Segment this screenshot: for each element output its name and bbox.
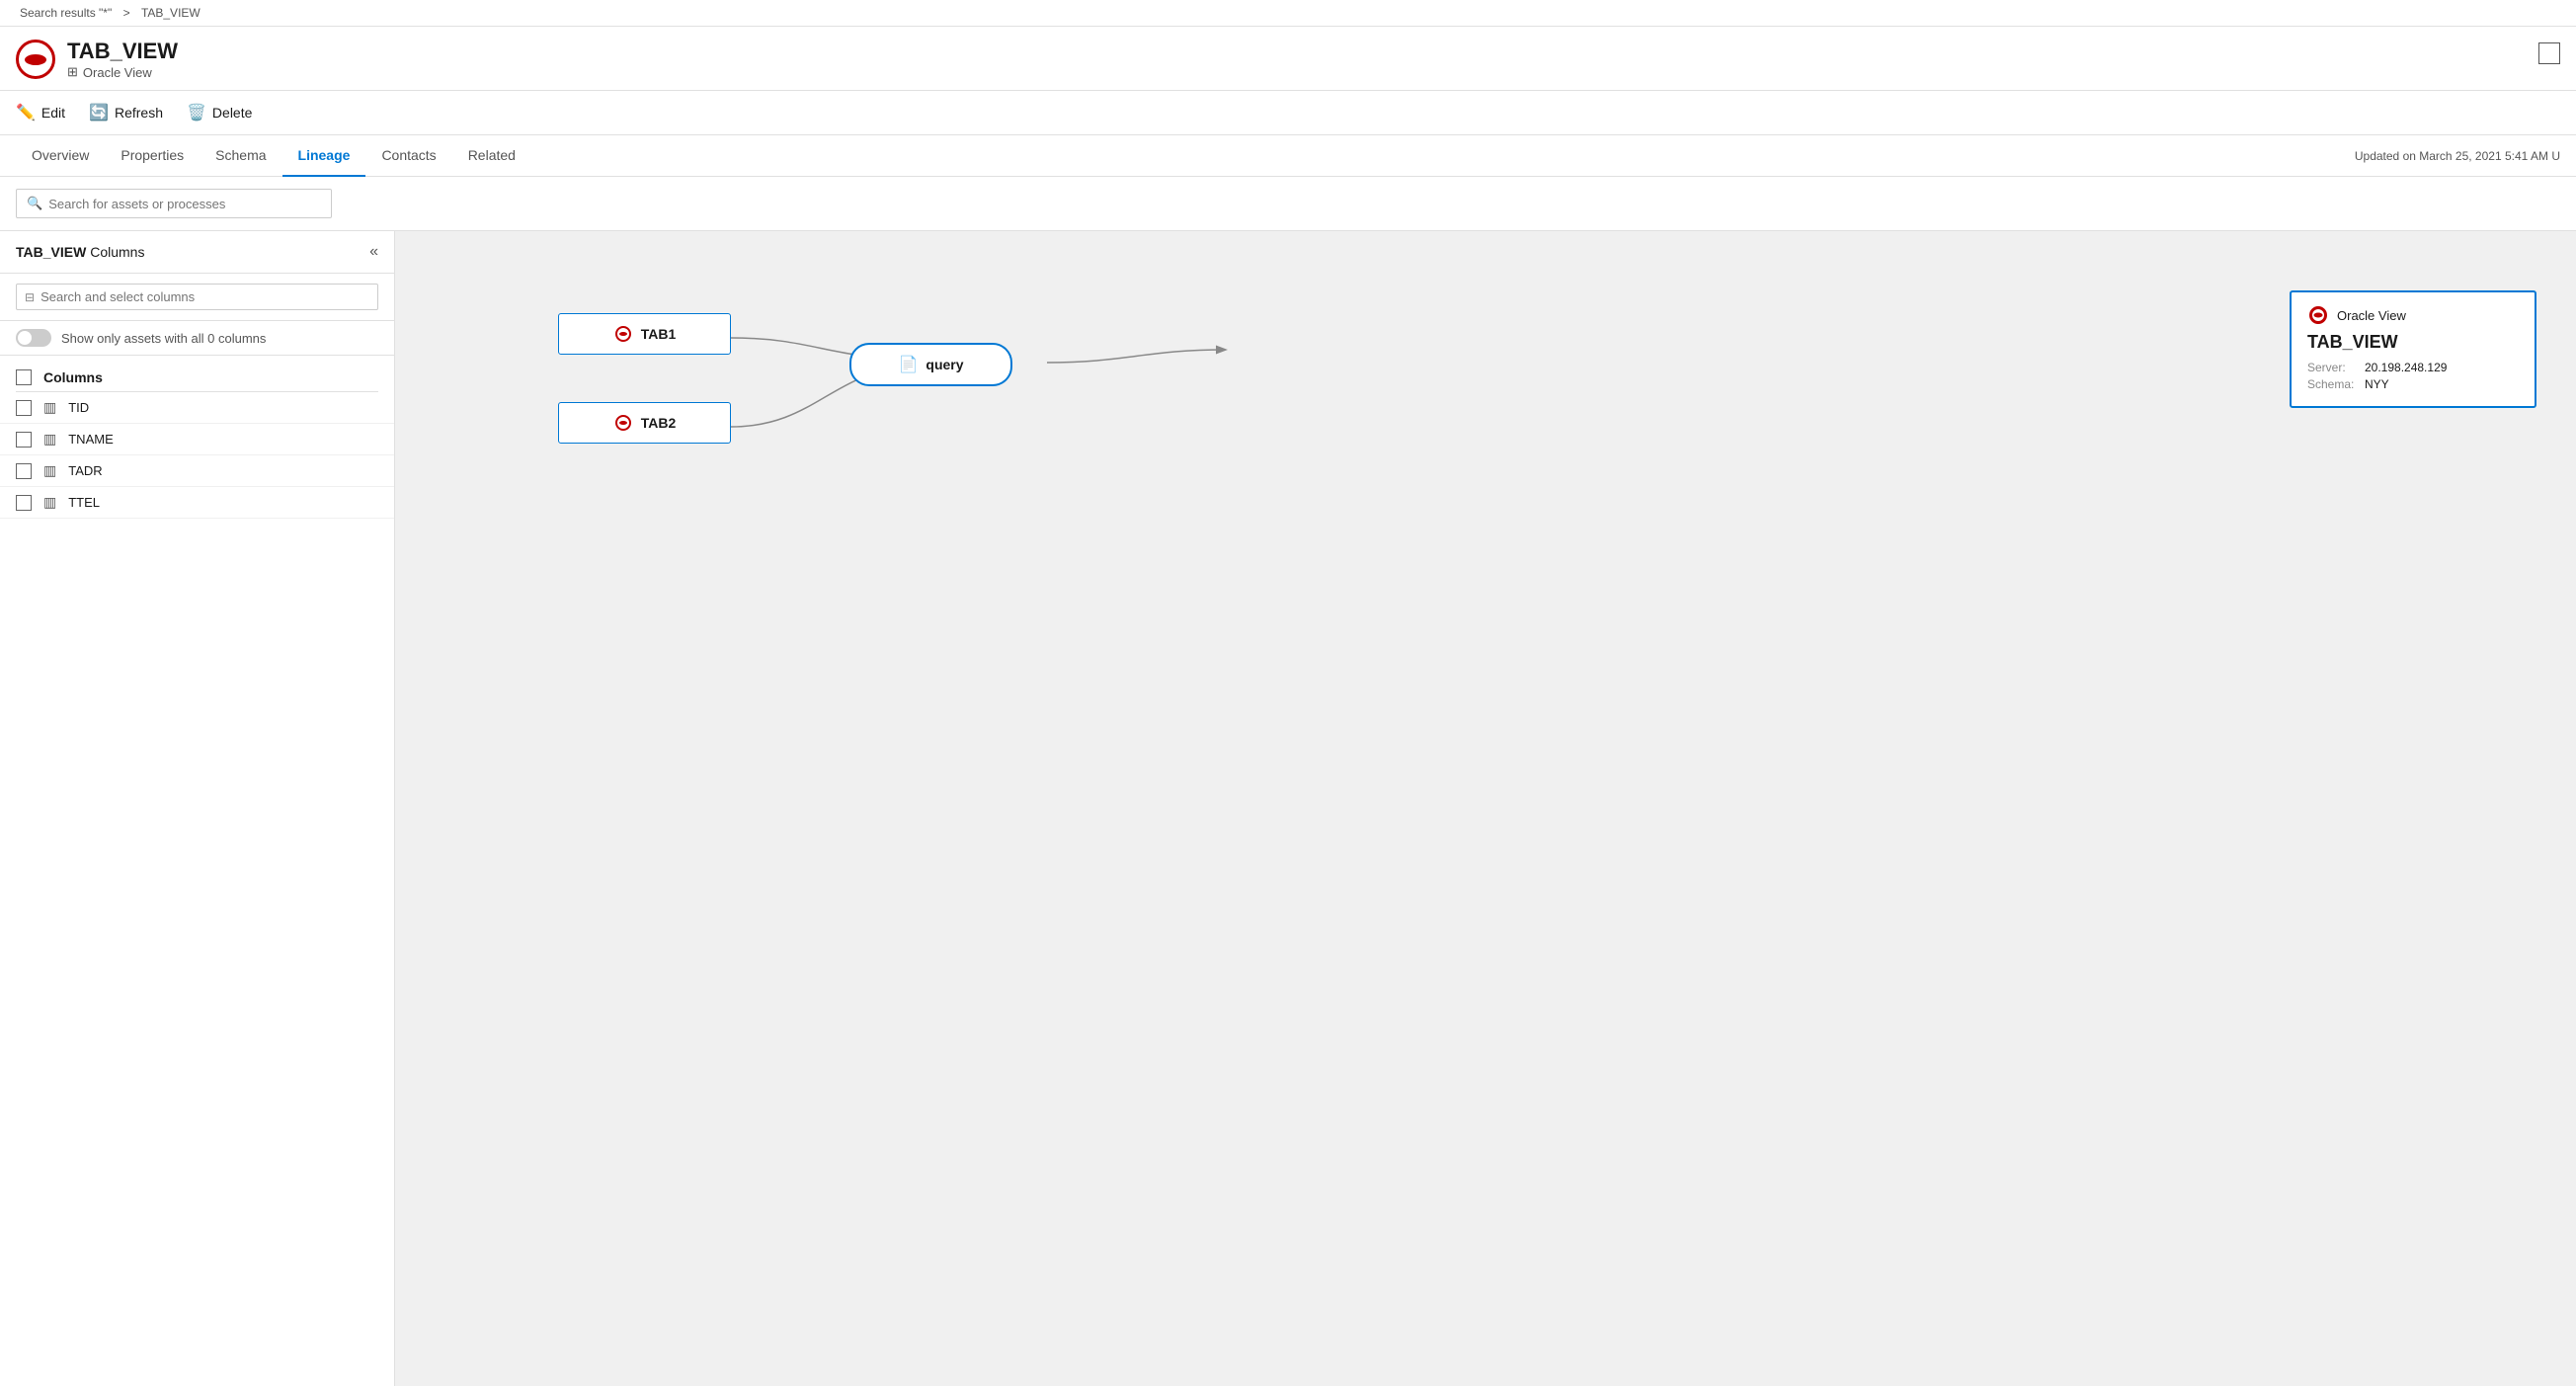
asset-title: TAB_VIEW (67, 39, 178, 64)
toggle-label: Show only assets with all 0 columns (61, 331, 266, 346)
detail-card-header: Oracle View (2307, 304, 2519, 326)
column-icon: ▥ (43, 399, 56, 416)
panel-title: TAB_VIEW Columns (16, 244, 144, 260)
ttel-checkbox[interactable] (16, 495, 32, 511)
detail-schema-key: Schema: (2307, 377, 2357, 391)
detail-oracle-fill (2314, 313, 2323, 318)
refresh-icon: 🔄 (89, 103, 109, 122)
tab2-node[interactable]: TAB2 (558, 402, 731, 444)
tname-checkbox[interactable] (16, 432, 32, 448)
tab-overview[interactable]: Overview (16, 135, 105, 177)
list-item: ▥ TID (0, 392, 394, 424)
breadcrumb-current: TAB_VIEW (141, 6, 201, 20)
detail-name: TAB_VIEW (2307, 332, 2519, 353)
toggle-row: Show only assets with all 0 columns (0, 321, 394, 356)
edit-icon: ✏️ (16, 103, 36, 122)
detail-server-key: Server: (2307, 361, 2357, 374)
column-list-header: Columns (0, 364, 394, 391)
column-icon: ▥ (43, 462, 56, 479)
list-item: ▥ TADR (0, 455, 394, 487)
toolbar: ✏️ Edit 🔄 Refresh 🗑️ Delete (0, 91, 2576, 135)
tab1-label: TAB1 (641, 326, 677, 342)
detail-oracle-ring (2309, 306, 2327, 324)
columns-toggle[interactable] (16, 329, 51, 347)
collapse-button[interactable]: « (369, 243, 378, 261)
column-name-tadr: TADR (68, 463, 102, 478)
breadcrumb-search-link[interactable]: Search results "*" (20, 6, 112, 20)
column-icon: ▥ (43, 431, 56, 448)
tab2-oracle-fill (619, 421, 627, 425)
tab-related[interactable]: Related (452, 135, 531, 177)
tab-schema[interactable]: Schema (200, 135, 282, 177)
filter-input-wrapper[interactable]: ⊟ (16, 284, 378, 310)
left-panel: TAB_VIEW Columns « ⊟ Show only assets wi… (0, 231, 395, 1386)
asset-title-group: TAB_VIEW ⊞ Oracle View (67, 39, 178, 80)
tab-contacts[interactable]: Contacts (365, 135, 451, 177)
detail-schema-val: NYY (2365, 377, 2389, 391)
list-item: ▥ TTEL (0, 487, 394, 519)
tadr-checkbox[interactable] (16, 463, 32, 479)
tabview-detail-card[interactable]: Oracle View TAB_VIEW Server: 20.198.248.… (2290, 290, 2536, 408)
query-label: query (926, 357, 963, 372)
view-icon: ⊞ (67, 64, 78, 80)
search-bar[interactable]: 🔍 (16, 189, 332, 218)
search-icon: 🔍 (27, 196, 42, 211)
detail-schema-row: Schema: NYY (2307, 377, 2519, 391)
query-node[interactable]: 📄 query (849, 343, 1012, 386)
detail-server-row: Server: 20.198.248.129 (2307, 361, 2519, 374)
main-layout: TAB_VIEW Columns « ⊟ Show only assets wi… (0, 231, 2576, 1386)
breadcrumb: Search results "*" > TAB_VIEW (0, 0, 2576, 27)
tab2-oracle-ring (615, 415, 631, 431)
column-list: Columns ▥ TID ▥ TNAME ▥ TADR ▥ (0, 356, 394, 527)
breadcrumb-separator: > (123, 6, 130, 20)
maximize-button[interactable] (2538, 42, 2560, 64)
detail-oracle-icon (2307, 304, 2329, 326)
refresh-button[interactable]: 🔄 Refresh (89, 99, 163, 126)
delete-icon: 🗑️ (187, 103, 206, 122)
delete-button[interactable]: 🗑️ Delete (187, 99, 252, 126)
column-name-tid: TID (68, 400, 89, 415)
tabs-bar: Overview Properties Schema Lineage Conta… (0, 135, 2576, 177)
search-bar-container: 🔍 (0, 177, 2576, 231)
tab1-oracle-icon (613, 324, 633, 344)
filter-icon: ⊟ (25, 290, 35, 304)
asset-header: TAB_VIEW ⊞ Oracle View (0, 27, 2576, 91)
lineage-canvas[interactable]: TAB1 TAB2 📄 query Orac (395, 231, 2576, 1386)
oracle-logo-inner (25, 54, 46, 65)
tab2-label: TAB2 (641, 415, 677, 431)
tab-lineage[interactable]: Lineage (282, 135, 366, 177)
column-name-tname: TNAME (68, 432, 114, 447)
detail-server-val: 20.198.248.129 (2365, 361, 2447, 374)
tab1-node[interactable]: TAB1 (558, 313, 731, 355)
panel-header: TAB_VIEW Columns « (0, 231, 394, 274)
search-input[interactable] (48, 197, 321, 211)
query-icon: 📄 (898, 355, 918, 374)
toggle-knob (18, 331, 32, 345)
oracle-logo (16, 40, 55, 79)
tab1-oracle-fill (619, 332, 627, 336)
detail-type: Oracle View (2337, 308, 2406, 323)
asset-subtitle: ⊞ Oracle View (67, 64, 178, 80)
edit-button[interactable]: ✏️ Edit (16, 99, 65, 126)
updated-timestamp: Updated on March 25, 2021 5:41 AM U (2355, 149, 2560, 163)
tab-properties[interactable]: Properties (105, 135, 200, 177)
column-filter: ⊟ (0, 274, 394, 321)
list-item: ▥ TNAME (0, 424, 394, 455)
tab1-oracle-ring (615, 326, 631, 342)
column-icon: ▥ (43, 494, 56, 511)
select-all-checkbox[interactable] (16, 369, 32, 385)
columns-header-label: Columns (43, 369, 103, 385)
column-name-ttel: TTEL (68, 495, 100, 510)
tid-checkbox[interactable] (16, 400, 32, 416)
tab2-oracle-icon (613, 413, 633, 433)
column-search-input[interactable] (40, 289, 369, 304)
